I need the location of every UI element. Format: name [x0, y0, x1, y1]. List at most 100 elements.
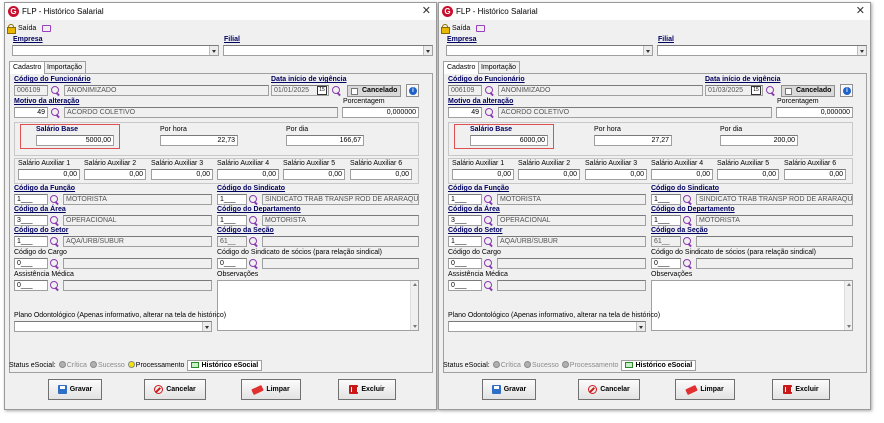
- tab-historico-esocial[interactable]: Histórico eSocial: [187, 359, 263, 371]
- plano-odonto-select[interactable]: [14, 321, 212, 332]
- departamento-code-field[interactable]: 1___: [651, 215, 681, 226]
- search-icon[interactable]: [766, 86, 776, 96]
- search-icon[interactable]: [50, 281, 60, 291]
- motivo-code-field[interactable]: 49: [448, 107, 482, 118]
- search-icon[interactable]: [51, 108, 61, 118]
- cargo-code-field[interactable]: 0___: [14, 258, 48, 269]
- por-hora-field[interactable]: 22,73: [160, 135, 238, 146]
- porcentagem-field[interactable]: 0,000000: [342, 107, 419, 118]
- search-icon[interactable]: [683, 216, 693, 226]
- search-icon[interactable]: [50, 259, 60, 269]
- auxiliar-4-field[interactable]: 0,00: [217, 169, 279, 180]
- tab-importacao[interactable]: Importação: [477, 61, 521, 73]
- setor-code-field[interactable]: 1___: [14, 236, 48, 247]
- search-icon[interactable]: [249, 216, 259, 226]
- auxiliar-2-field[interactable]: 0,00: [84, 169, 146, 180]
- clear-button[interactable]: Limpar: [241, 379, 301, 400]
- departamento-code-field[interactable]: 1___: [217, 215, 247, 226]
- search-icon[interactable]: [249, 259, 259, 269]
- chevron-down-icon[interactable]: [202, 322, 211, 331]
- close-icon[interactable]: ✕: [856, 4, 865, 17]
- info-button[interactable]: i: [840, 84, 853, 97]
- sindicato-socios-code-field[interactable]: 0___: [651, 258, 681, 269]
- por-dia-field[interactable]: 166,67: [286, 135, 364, 146]
- chevron-down-icon[interactable]: [636, 322, 645, 331]
- search-icon[interactable]: [249, 195, 259, 205]
- monitor-icon[interactable]: [42, 24, 52, 32]
- salario-base-field[interactable]: 5000,00: [36, 135, 114, 146]
- chevron-down-icon[interactable]: [857, 46, 866, 55]
- observacoes-textarea[interactable]: [651, 280, 853, 331]
- calendar-icon[interactable]: 15: [751, 86, 761, 95]
- empresa-select[interactable]: [446, 45, 653, 56]
- funcionario-code-field[interactable]: 006109: [448, 85, 482, 96]
- tab-cadastro[interactable]: Cadastro: [443, 61, 480, 74]
- search-icon[interactable]: [485, 86, 495, 96]
- save-button[interactable]: Gravar: [482, 379, 536, 400]
- monitor-icon[interactable]: [476, 24, 486, 32]
- funcionario-code-field[interactable]: 006109: [14, 85, 48, 96]
- assistencia-code-field[interactable]: 0___: [14, 280, 48, 291]
- search-icon[interactable]: [683, 237, 693, 247]
- search-icon[interactable]: [484, 195, 494, 205]
- por-hora-field[interactable]: 27,27: [594, 135, 672, 146]
- chevron-down-icon[interactable]: [209, 46, 218, 55]
- auxiliar-1-field[interactable]: 0,00: [18, 169, 80, 180]
- search-icon[interactable]: [485, 108, 495, 118]
- exit-button[interactable]: Saída: [452, 25, 470, 32]
- area-code-field[interactable]: 3___: [14, 215, 48, 226]
- checkbox-box[interactable]: [785, 88, 792, 95]
- auxiliar-5-field[interactable]: 0,00: [283, 169, 345, 180]
- chevron-down-icon[interactable]: [643, 46, 652, 55]
- search-icon[interactable]: [50, 216, 60, 226]
- assistencia-code-field[interactable]: 0___: [448, 280, 482, 291]
- delete-button[interactable]: Excluir: [338, 379, 396, 400]
- search-icon[interactable]: [484, 216, 494, 226]
- search-icon[interactable]: [683, 195, 693, 205]
- search-icon[interactable]: [50, 195, 60, 205]
- filial-select[interactable]: [657, 45, 867, 56]
- auxiliar-3-field[interactable]: 0,00: [151, 169, 213, 180]
- search-icon[interactable]: [50, 237, 60, 247]
- area-code-field[interactable]: 3___: [448, 215, 482, 226]
- observacoes-textarea[interactable]: [217, 280, 419, 331]
- tab-importacao[interactable]: Importação: [43, 61, 87, 73]
- filial-select[interactable]: [223, 45, 433, 56]
- empresa-select[interactable]: [12, 45, 219, 56]
- sindicato-socios-code-field[interactable]: 0___: [217, 258, 247, 269]
- funcao-code-field[interactable]: 1___: [14, 194, 48, 205]
- salario-base-field[interactable]: 6000,00: [470, 135, 548, 146]
- chevron-down-icon[interactable]: [423, 46, 432, 55]
- scrollbar[interactable]: [844, 281, 852, 330]
- scrollbar[interactable]: [410, 281, 418, 330]
- funcao-code-field[interactable]: 1___: [448, 194, 482, 205]
- auxiliar-3-field[interactable]: 0,00: [585, 169, 647, 180]
- secao-code-field[interactable]: 61__: [217, 236, 247, 247]
- por-dia-field[interactable]: 200,00: [720, 135, 798, 146]
- exit-button[interactable]: Saída: [18, 25, 36, 32]
- auxiliar-5-field[interactable]: 0,00: [717, 169, 779, 180]
- clear-button[interactable]: Limpar: [675, 379, 735, 400]
- auxiliar-6-field[interactable]: 0,00: [784, 169, 846, 180]
- auxiliar-4-field[interactable]: 0,00: [651, 169, 713, 180]
- search-icon[interactable]: [249, 237, 259, 247]
- cancelado-checkbox[interactable]: Cancelado: [781, 85, 836, 97]
- search-icon[interactable]: [484, 237, 494, 247]
- search-icon[interactable]: [484, 281, 494, 291]
- sindicato-code-field[interactable]: 1___: [217, 194, 247, 205]
- calendar-icon[interactable]: 15: [317, 86, 327, 95]
- info-button[interactable]: i: [406, 84, 419, 97]
- auxiliar-1-field[interactable]: 0,00: [452, 169, 514, 180]
- cancel-button[interactable]: Cancelar: [578, 379, 640, 400]
- search-icon[interactable]: [51, 86, 61, 96]
- setor-code-field[interactable]: 1___: [448, 236, 482, 247]
- delete-button[interactable]: Excluir: [772, 379, 830, 400]
- auxiliar-6-field[interactable]: 0,00: [350, 169, 412, 180]
- checkbox-box[interactable]: [351, 88, 358, 95]
- search-icon[interactable]: [332, 86, 342, 96]
- plano-odonto-select[interactable]: [448, 321, 646, 332]
- close-icon[interactable]: ✕: [422, 4, 431, 17]
- search-icon[interactable]: [484, 259, 494, 269]
- search-icon[interactable]: [683, 259, 693, 269]
- save-button[interactable]: Gravar: [48, 379, 102, 400]
